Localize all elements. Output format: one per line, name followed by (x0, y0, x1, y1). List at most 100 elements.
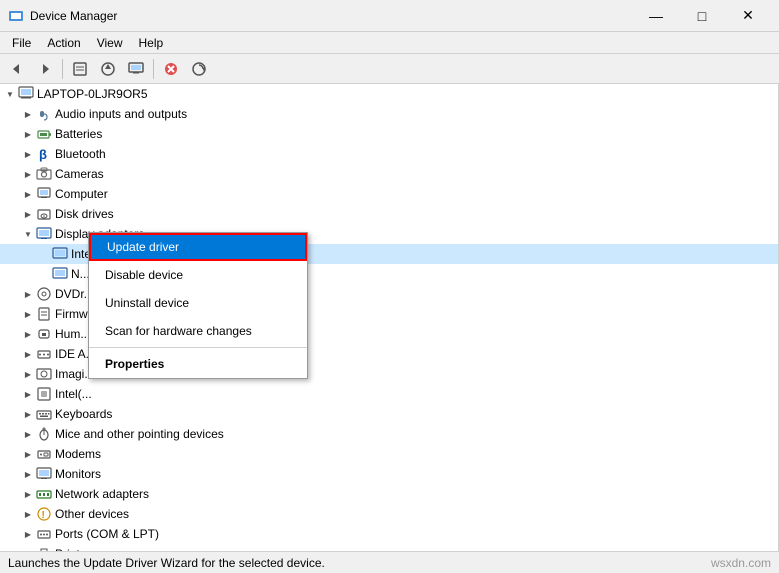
context-separator (89, 347, 307, 348)
ports-label: Ports (COM & LPT) (55, 527, 159, 541)
tree-item-bluetooth[interactable]: ▶ β Bluetooth (0, 144, 778, 164)
minimize-button[interactable]: — (633, 0, 679, 32)
n-label: N... (71, 267, 90, 281)
modems-label: Modems (55, 447, 101, 461)
separator-2 (153, 59, 154, 79)
status-bar: Launches the Update Driver Wizard for th… (0, 551, 779, 573)
tree-root[interactable]: ▼ LAPTOP-0LJR9OR5 (0, 84, 778, 104)
menu-bar: File Action View Help (0, 32, 779, 54)
properties-button[interactable] (67, 57, 93, 81)
display-icon (36, 226, 52, 242)
maximize-button[interactable]: □ (679, 0, 725, 32)
disk-icon (36, 206, 52, 222)
network-label: Network adapters (55, 487, 149, 501)
intel-label: Intel(... (55, 387, 92, 401)
expand-hid[interactable]: ▶ (20, 326, 36, 342)
tree-item-keyboards[interactable]: ▶ Keyboards (0, 404, 778, 424)
batteries-icon (36, 126, 52, 142)
tree-item-batteries[interactable]: ▶ Batteries (0, 124, 778, 144)
tree-item-modems[interactable]: ▶ Modems (0, 444, 778, 464)
context-scan-hardware[interactable]: Scan for hardware changes (89, 317, 307, 345)
expand-cameras[interactable]: ▶ (20, 166, 36, 182)
expand-monitors[interactable]: ▶ (20, 466, 36, 482)
expand-ports[interactable]: ▶ (20, 526, 36, 542)
forward-button[interactable] (32, 57, 58, 81)
hid-icon (36, 326, 52, 342)
tree-item-ports[interactable]: ▶ Ports (COM & LPT) (0, 524, 778, 544)
main-container: ▼ LAPTOP-0LJR9OR5 ▶ Audio inputs and (0, 84, 779, 551)
expand-computer[interactable]: ▶ (20, 186, 36, 202)
device-manager-icon-btn[interactable] (123, 57, 149, 81)
tree-item-intel[interactable]: ▶ Intel(... (0, 384, 778, 404)
tree-item-network[interactable]: ▶ Network adapters (0, 484, 778, 504)
menu-help[interactable]: Help (131, 34, 172, 52)
back-button[interactable] (4, 57, 30, 81)
uninstall-button[interactable] (158, 57, 184, 81)
close-button[interactable]: ✕ (725, 0, 771, 32)
root-label: LAPTOP-0LJR9OR5 (37, 87, 148, 101)
expand-imaging[interactable]: ▶ (20, 366, 36, 382)
monitors-icon (36, 466, 52, 482)
n-icon (52, 266, 68, 282)
mice-label: Mice and other pointing devices (55, 427, 224, 441)
title-bar: Device Manager — □ ✕ (0, 0, 779, 32)
keyboards-icon (36, 406, 52, 422)
intel-icon (36, 386, 52, 402)
update-driver-button[interactable] (95, 57, 121, 81)
window-title: Device Manager (30, 9, 633, 23)
scan-button[interactable] (186, 57, 212, 81)
context-uninstall-device[interactable]: Uninstall device (89, 289, 307, 317)
expand-display[interactable]: ▼ (20, 226, 36, 242)
print-label: Print queues (55, 547, 122, 551)
audio-label: Audio inputs and outputs (55, 107, 187, 121)
batteries-label: Batteries (55, 127, 102, 141)
menu-file[interactable]: File (4, 34, 39, 52)
tree-item-audio[interactable]: ▶ Audio inputs and outputs (0, 104, 778, 124)
ports-icon (36, 526, 52, 542)
expand-root[interactable]: ▼ (2, 86, 18, 102)
expand-other[interactable]: ▶ (20, 506, 36, 522)
expand-intel2[interactable]: ▶ (20, 386, 36, 402)
context-properties[interactable]: Properties (89, 350, 307, 378)
expand-dvd[interactable]: ▶ (20, 286, 36, 302)
tree-item-disk[interactable]: ▶ Disk drives (0, 204, 778, 224)
expand-print[interactable]: ▶ (20, 546, 36, 551)
computer-icon (36, 186, 52, 202)
bluetooth-label: Bluetooth (55, 147, 106, 161)
tree-item-mice[interactable]: ▶ Mice and other pointing devices (0, 424, 778, 444)
expand-mice[interactable]: ▶ (20, 426, 36, 442)
expand-batteries[interactable]: ▶ (20, 126, 36, 142)
dvd-icon (36, 286, 52, 302)
context-disable-device[interactable]: Disable device (89, 261, 307, 289)
status-message: Launches the Update Driver Wizard for th… (8, 556, 325, 570)
monitors-label: Monitors (55, 467, 101, 481)
expand-disk[interactable]: ▶ (20, 206, 36, 222)
tree-item-monitors[interactable]: ▶ Monitors (0, 464, 778, 484)
expand-modems[interactable]: ▶ (20, 446, 36, 462)
window-controls: — □ ✕ (633, 0, 771, 32)
ide-icon (36, 346, 52, 362)
tree-item-computer[interactable]: ▶ Computer (0, 184, 778, 204)
intel-graphics-icon (52, 246, 68, 262)
expand-audio[interactable]: ▶ (20, 106, 36, 122)
separator-1 (62, 59, 63, 79)
expand-ide[interactable]: ▶ (20, 346, 36, 362)
cameras-label: Cameras (55, 167, 104, 181)
menu-view[interactable]: View (89, 34, 131, 52)
expand-firmware[interactable]: ▶ (20, 306, 36, 322)
tree-item-other[interactable]: ▶ ! Other devices (0, 504, 778, 524)
tree-item-cameras[interactable]: ▶ Cameras (0, 164, 778, 184)
mice-icon (36, 426, 52, 442)
bluetooth-icon: β (36, 146, 52, 162)
context-update-driver[interactable]: Update driver (89, 233, 307, 261)
app-icon (8, 8, 24, 24)
expand-keyboards[interactable]: ▶ (20, 406, 36, 422)
expand-network[interactable]: ▶ (20, 486, 36, 502)
firmware-icon (36, 306, 52, 322)
other-icon: ! (36, 506, 52, 522)
expand-bluetooth[interactable]: ▶ (20, 146, 36, 162)
keyboards-label: Keyboards (55, 407, 112, 421)
disk-label: Disk drives (55, 207, 114, 221)
tree-item-print[interactable]: ▶ Print queues (0, 544, 778, 551)
menu-action[interactable]: Action (39, 34, 88, 52)
